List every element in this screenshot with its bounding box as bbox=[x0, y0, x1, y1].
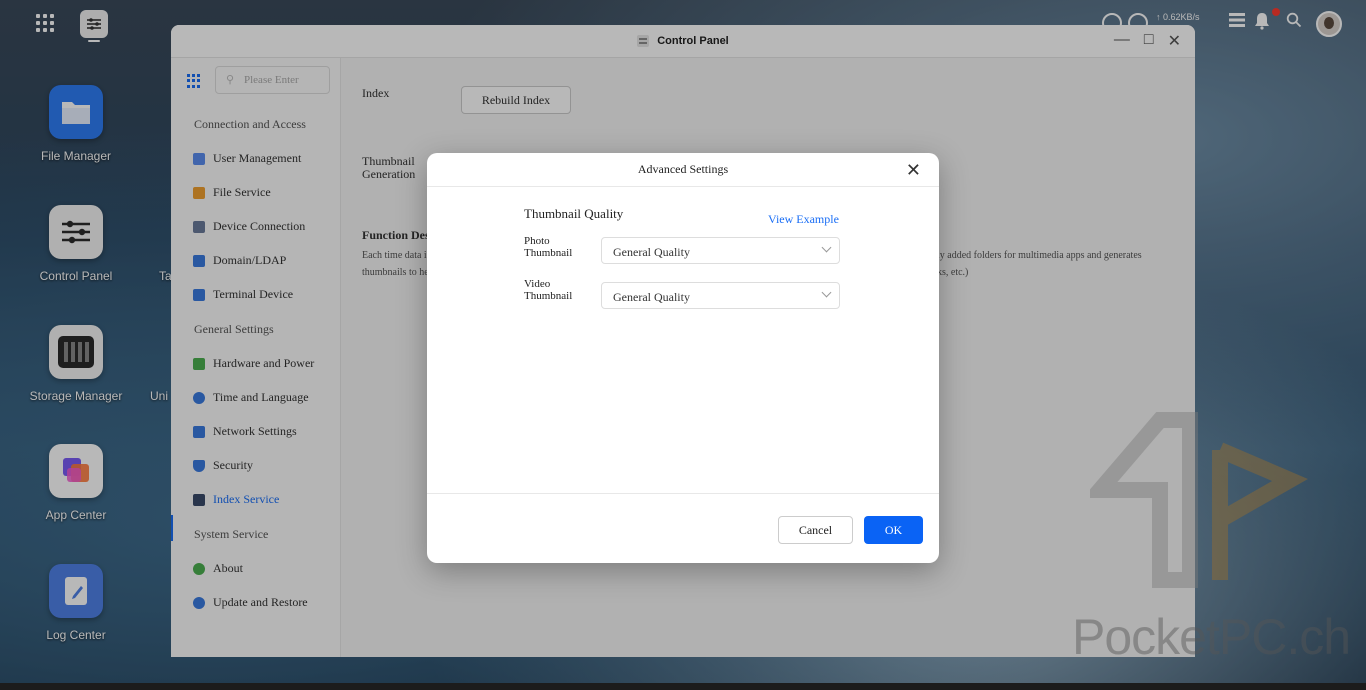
thumbnail-quality-title: Thumbnail Quality bbox=[524, 206, 624, 221]
cancel-button[interactable]: Cancel bbox=[778, 516, 853, 544]
close-icon[interactable]: ✕ bbox=[906, 160, 921, 181]
photo-label-line1: Photo bbox=[524, 235, 550, 247]
chevron-down-icon bbox=[821, 287, 832, 298]
video-select-value: General Quality bbox=[613, 290, 690, 304]
view-example-link[interactable]: View Example bbox=[768, 212, 839, 227]
photo-thumbnail-label: Photo Thumbnail bbox=[524, 235, 572, 259]
photo-select-value: General Quality bbox=[613, 245, 690, 259]
dialog-title: Advanced Settings bbox=[637, 162, 729, 176]
video-label-line2: Thumbnail bbox=[524, 290, 573, 302]
ok-button[interactable]: OK bbox=[864, 516, 923, 544]
video-thumbnail-select[interactable]: General Quality bbox=[601, 282, 840, 309]
bottom-edge bbox=[0, 683, 1366, 690]
video-thumbnail-label: Video Thumbnail bbox=[524, 278, 572, 302]
dialog-footer: Cancel OK bbox=[427, 493, 939, 563]
dialog-header: Advanced Settings ✕ bbox=[427, 153, 939, 187]
video-label-line1: Video bbox=[524, 278, 551, 290]
photo-label-line2: Thumbnail bbox=[524, 247, 573, 259]
chevron-down-icon bbox=[821, 242, 832, 253]
advanced-settings-dialog: Advanced Settings ✕ Thumbnail Quality Vi… bbox=[427, 153, 939, 563]
photo-thumbnail-select[interactable]: General Quality bbox=[601, 237, 840, 264]
